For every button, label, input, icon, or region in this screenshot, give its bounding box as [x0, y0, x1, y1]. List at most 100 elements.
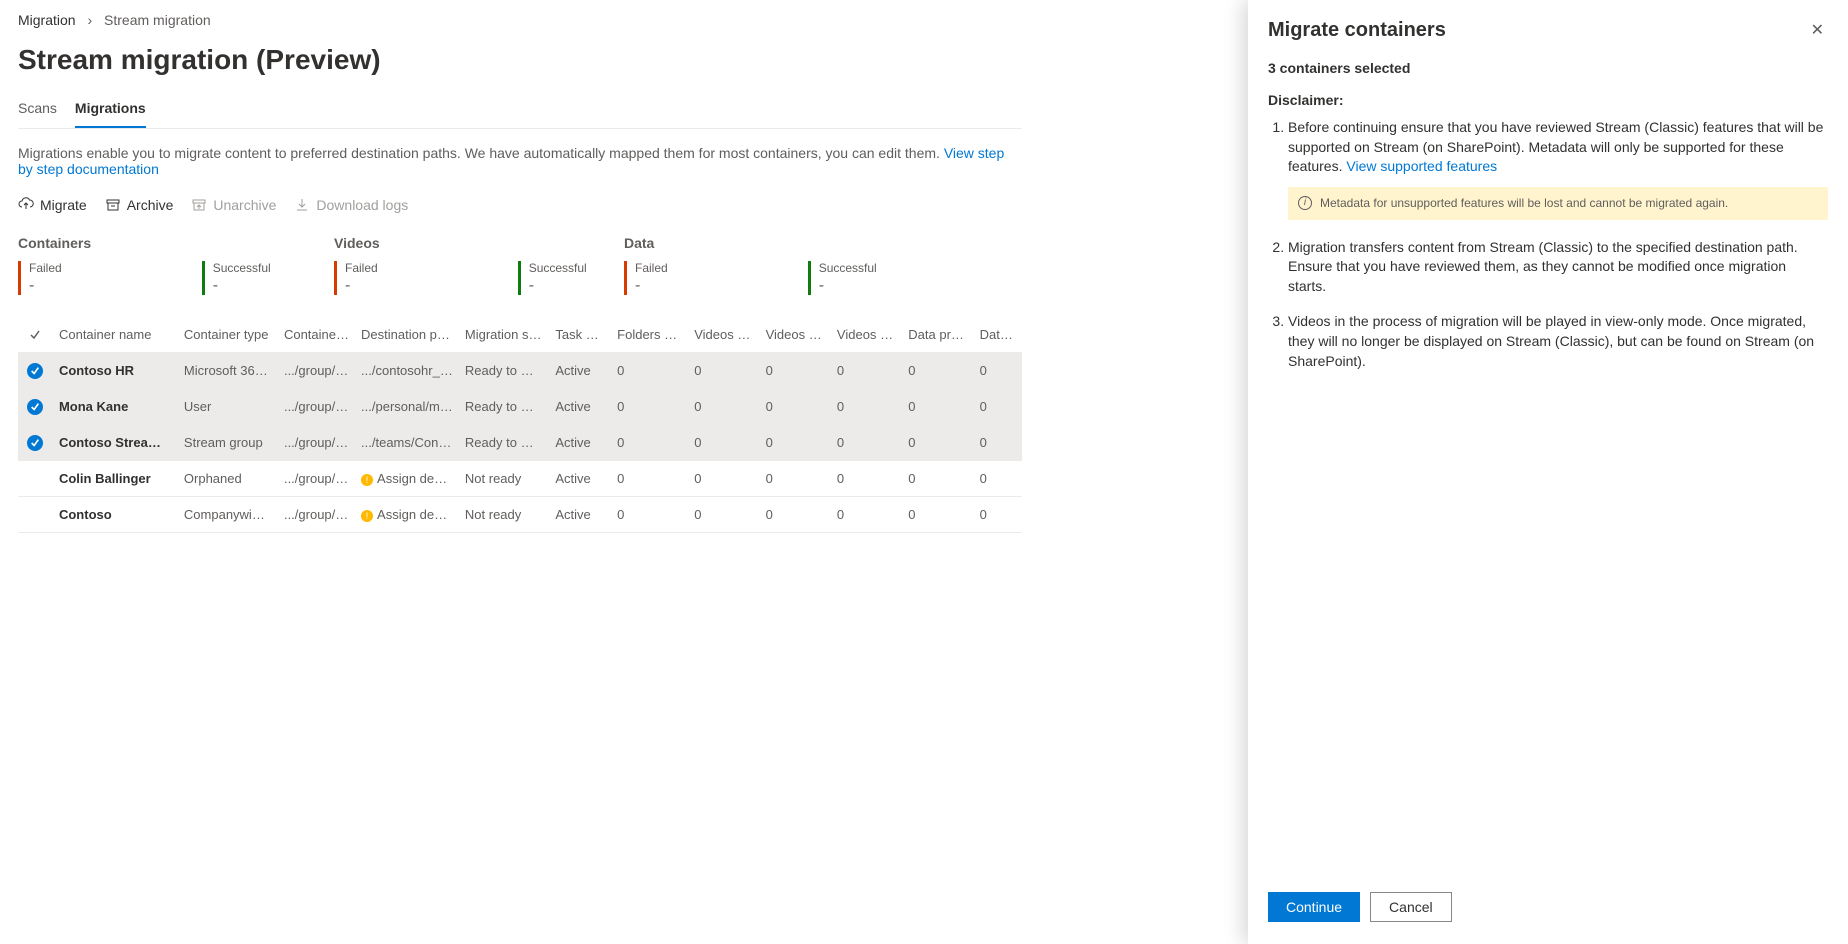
table-header: Container name Container type Container … [18, 317, 1022, 353]
containers-failed: Failed - [18, 261, 62, 295]
folders-created: 0 [611, 355, 688, 386]
breadcrumb-current: Stream migration [104, 12, 211, 28]
select-all-checkbox[interactable] [18, 321, 53, 349]
folders-created: 0 [611, 463, 688, 494]
container-name: Contoso [53, 499, 178, 530]
failed-value: - [635, 277, 668, 295]
col-dfail[interactable]: Data fa... [974, 319, 1022, 350]
row-checkbox[interactable] [18, 471, 53, 487]
successful-value: - [213, 277, 271, 295]
task-status: Active [549, 391, 611, 422]
supported-features-link[interactable]: View supported features [1346, 158, 1497, 174]
data-fail: 0 [974, 463, 1022, 494]
data-prev: 0 [902, 355, 973, 386]
failed-value: - [345, 277, 378, 295]
migration-status: Not ready [459, 463, 549, 494]
col-dpath[interactable]: Destination path [355, 319, 459, 350]
col-name[interactable]: Container name [53, 319, 178, 350]
successful-label: Successful [819, 261, 877, 275]
destination-path: .../contosohr_micr... [355, 355, 459, 386]
data-fail: 0 [974, 427, 1022, 458]
successful-label: Successful [213, 261, 271, 275]
container-type: Companywide channel [178, 499, 278, 530]
videos-succ: 0 [831, 427, 902, 458]
warning-icon: ! [361, 510, 373, 522]
videos-prev: 0 [688, 463, 759, 494]
row-checkbox[interactable] [18, 355, 53, 387]
container-path: .../group/ed53... [278, 427, 355, 458]
archive-label: Archive [127, 197, 174, 213]
videos-succ: 0 [831, 391, 902, 422]
col-vfail[interactable]: Videos failed [760, 319, 831, 350]
container-type: User [178, 391, 278, 422]
container-name: Contoso Stream Group [53, 427, 178, 458]
warning-icon: ! [361, 474, 373, 486]
description-text: Migrations enable you to migrate content… [18, 145, 944, 161]
task-status: Active [549, 499, 611, 530]
container-path: .../group/ed53... [278, 355, 355, 386]
unarchive-button: Unarchive [191, 197, 276, 213]
stats-row: Containers Failed - Successful - Videos [18, 235, 1022, 295]
col-tstat[interactable]: Task status [549, 319, 611, 350]
task-status: Active [549, 463, 611, 494]
col-folders[interactable]: Folders created [611, 319, 688, 350]
continue-button[interactable]: Continue [1268, 892, 1360, 922]
panel-subtitle: 3 containers selected [1268, 60, 1828, 76]
row-checkbox[interactable] [18, 427, 53, 459]
videos-failed: 0 [760, 463, 831, 494]
table-row[interactable]: Contoso HRMicrosoft 365 group.../group/e… [18, 353, 1022, 389]
folders-created: 0 [611, 499, 688, 530]
description: Migrations enable you to migrate content… [18, 145, 1022, 177]
col-cpath[interactable]: Container path [278, 319, 355, 350]
disclaimer-item-2: Migration transfers content from Stream … [1288, 238, 1828, 297]
row-checkbox[interactable] [18, 391, 53, 423]
videos-failed: Failed - [334, 261, 378, 295]
table-row[interactable]: ContosoCompanywide channel.../group/ed53… [18, 497, 1022, 533]
data-prev: 0 [902, 427, 973, 458]
failed-label: Failed [345, 261, 378, 275]
failed-label: Failed [635, 261, 668, 275]
data-fail: 0 [974, 499, 1022, 530]
container-name: Mona Kane [53, 391, 178, 422]
col-mstat[interactable]: Migration status [459, 319, 549, 350]
checkmark-icon [27, 399, 43, 415]
tabs: Scans Migrations [18, 100, 1022, 129]
table-row[interactable]: Mona KaneUser.../group/ed53....../person… [18, 389, 1022, 425]
container-name: Contoso HR [53, 355, 178, 386]
videos-succ: 0 [831, 463, 902, 494]
breadcrumb-root[interactable]: Migration [18, 12, 76, 28]
tab-scans[interactable]: Scans [18, 100, 57, 128]
col-vprev[interactable]: Videos prev... [688, 319, 759, 350]
archive-button[interactable]: Archive [105, 197, 174, 213]
table-row[interactable]: Colin BallingerOrphaned.../group/ed53...… [18, 461, 1022, 497]
cancel-button[interactable]: Cancel [1370, 892, 1452, 922]
disclaimer-item-3: Videos in the process of migration will … [1288, 312, 1828, 371]
destination-path[interactable]: !Assign destination [355, 463, 459, 494]
videos-title: Videos [334, 235, 624, 251]
col-dprev[interactable]: Data previo... [902, 319, 973, 350]
col-type[interactable]: Container type [178, 319, 278, 350]
col-vsucc[interactable]: Videos succ... [831, 319, 902, 350]
successful-value: - [819, 277, 877, 295]
close-button[interactable]: ✕ [1807, 16, 1828, 44]
download-icon [294, 197, 310, 213]
tab-migrations[interactable]: Migrations [75, 100, 146, 128]
checkmark-icon [27, 363, 43, 379]
videos-prev: 0 [688, 391, 759, 422]
container-type: Orphaned [178, 463, 278, 494]
destination-path[interactable]: !Assign destination [355, 499, 459, 530]
migrate-panel: Migrate containers ✕ 3 containers select… [1248, 0, 1848, 944]
download-logs-button: Download logs [294, 197, 408, 213]
data-prev: 0 [902, 499, 973, 530]
panel-title: Migrate containers [1268, 19, 1446, 42]
checkmark-icon [27, 435, 43, 451]
table-row[interactable]: Contoso Stream GroupStream group.../grou… [18, 425, 1022, 461]
row-checkbox[interactable] [18, 507, 53, 523]
data-title: Data [624, 235, 914, 251]
migrate-button[interactable]: Migrate [18, 197, 87, 213]
successful-label: Successful [529, 261, 587, 275]
breadcrumb: Migration › Stream migration [18, 12, 1022, 28]
container-name: Colin Ballinger [53, 463, 178, 494]
cloud-upload-icon [18, 197, 34, 213]
data-fail: 0 [974, 391, 1022, 422]
